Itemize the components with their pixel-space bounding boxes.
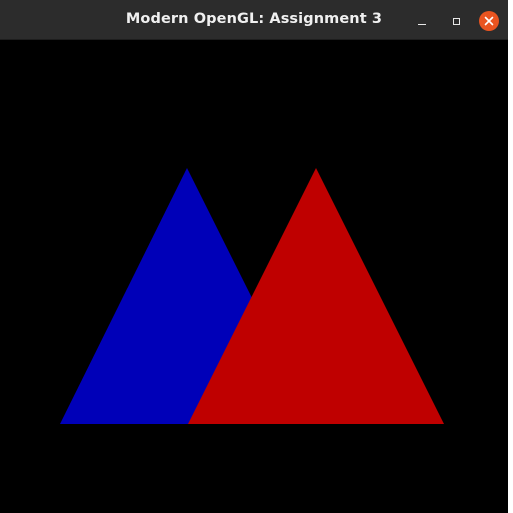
maximize-button[interactable] [445, 10, 467, 32]
minimize-icon [418, 23, 426, 26]
close-icon [479, 11, 499, 31]
render-canvas [60, 168, 444, 424]
app-window: Modern OpenGL: Assignment 3 [0, 0, 508, 513]
close-button[interactable] [478, 10, 500, 32]
desktop-background [508, 0, 513, 513]
minimize-button[interactable] [411, 10, 433, 32]
title-bar[interactable]: Modern OpenGL: Assignment 3 [0, 0, 508, 40]
opengl-viewport[interactable] [0, 40, 508, 513]
maximize-icon [452, 17, 460, 25]
